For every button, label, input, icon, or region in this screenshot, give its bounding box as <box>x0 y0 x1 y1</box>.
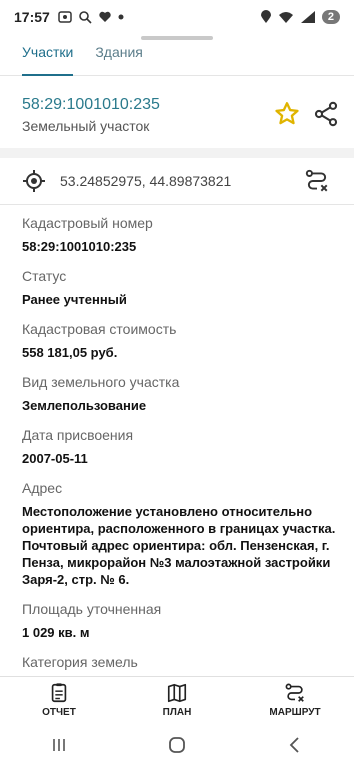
field-value: 1 029 кв. м <box>22 625 90 640</box>
route-icon <box>285 683 304 702</box>
field-value: 2007-05-11 <box>22 451 88 466</box>
field-value: Ранее учтенный <box>22 292 127 307</box>
location-icon <box>260 10 271 23</box>
field-label: Дата присвоения <box>22 427 134 443</box>
field-land-category: Категория земель <box>22 653 340 671</box>
field-cadastral-value: Кадастровая стоимость 558 181,05 руб. <box>22 320 340 361</box>
section-divider <box>0 148 354 158</box>
field-address: Адрес Местоположение установлено относит… <box>22 479 340 588</box>
status-right-icons: 2 <box>260 10 340 24</box>
field-label: Категория земель <box>22 654 138 670</box>
tab-buildings[interactable]: Здания <box>95 40 143 76</box>
map-icon <box>167 683 187 702</box>
field-value: 58:29:1001010:235 <box>22 239 137 254</box>
field-cadastral-number: Кадастровый номер 58:29:1001010:235 <box>22 214 340 255</box>
coordinates-row[interactable]: 53.24852975, 44.89873821 <box>0 160 354 202</box>
parcel-header: 58:29:1001010:235 Земельный участок <box>0 86 354 146</box>
nav-plan-label: ПЛАН <box>162 706 192 718</box>
dot-icon <box>118 14 124 20</box>
screen-record-icon <box>58 11 72 23</box>
field-area: Площадь уточненная 1 029 кв. м <box>22 600 340 641</box>
field-status: Статус Ранее учтенный <box>22 267 340 308</box>
nav-report-label: ОТЧЕТ <box>42 706 76 718</box>
coords-divider <box>0 204 354 205</box>
field-label: Кадастровая стоимость <box>22 321 177 337</box>
field-label: Адрес <box>22 480 63 496</box>
bottom-navigation: ОТЧЕТ ПЛАН МАРШРУТ <box>0 676 354 722</box>
favorite-star-icon[interactable] <box>273 100 301 128</box>
tab-bar: Участки Здания <box>0 40 354 76</box>
signal-icon <box>300 11 315 23</box>
home-icon[interactable] <box>167 735 187 755</box>
status-bar: 17:57 2 <box>0 0 354 34</box>
report-icon <box>51 682 67 702</box>
battery-badge: 2 <box>321 10 340 24</box>
field-label: Кадастровый номер <box>22 215 153 231</box>
nav-route-label: МАРШРУТ <box>269 706 321 718</box>
status-time: 17:57 <box>14 9 50 25</box>
back-icon[interactable] <box>285 735 305 755</box>
cadastral-number-title: 58:29:1001010:235 <box>22 96 160 113</box>
field-value: Землепользование <box>22 398 147 413</box>
status-left-icons <box>58 10 124 24</box>
nav-plan-button[interactable]: ПЛАН <box>118 677 236 722</box>
favorite-icon <box>99 11 111 22</box>
field-value: 558 181,05 руб. <box>22 345 118 360</box>
field-label: Вид земельного участка <box>22 374 180 390</box>
wifi-icon <box>278 12 293 23</box>
field-label: Площадь уточненная <box>22 601 162 617</box>
field-assignment-date: Дата присвоения 2007-05-11 <box>22 426 340 467</box>
crosshair-icon <box>23 170 45 192</box>
field-value: Местоположение установлено относительно … <box>22 504 336 587</box>
nav-route-button[interactable]: МАРШРУТ <box>236 677 354 722</box>
parcel-type: Земельный участок <box>22 118 150 134</box>
tab-parcels[interactable]: Участки <box>22 40 74 76</box>
route-icon[interactable] <box>304 168 330 194</box>
search-icon <box>79 11 92 24</box>
field-parcel-kind: Вид земельного участка Землепользование <box>22 373 340 414</box>
field-label: Статус <box>22 268 67 284</box>
parcel-fields: Кадастровый номер 58:29:1001010:235 Стат… <box>22 214 340 683</box>
coordinates-text: 53.24852975, 44.89873821 <box>60 173 232 189</box>
nav-report-button[interactable]: ОТЧЕТ <box>0 677 118 722</box>
recent-apps-icon[interactable] <box>49 735 69 755</box>
share-icon[interactable] <box>312 100 340 128</box>
system-navigation-bar <box>0 722 354 767</box>
